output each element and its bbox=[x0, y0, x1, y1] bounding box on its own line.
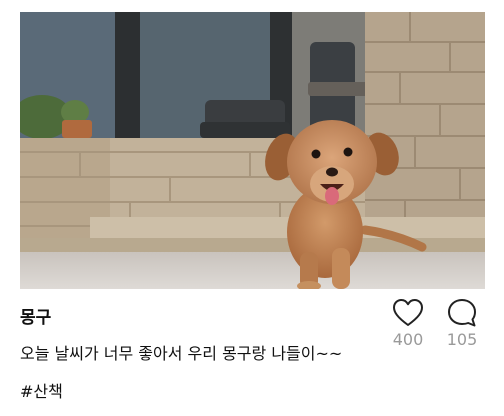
post-hashtag[interactable]: #산책 bbox=[20, 380, 63, 404]
speech-bubble-icon[interactable] bbox=[445, 296, 479, 330]
comment-action: 105 bbox=[440, 296, 484, 350]
post-photo[interactable] bbox=[20, 12, 485, 289]
like-count: 400 bbox=[392, 330, 424, 349]
like-action: 400 bbox=[386, 296, 430, 350]
post-caption: 오늘 날씨가 너무 좋아서 우리 몽구랑 나들이~~ bbox=[20, 344, 343, 363]
comment-count: 105 bbox=[446, 330, 478, 349]
post-username[interactable]: 몽구 bbox=[20, 306, 51, 330]
puppy-photo-illustration bbox=[20, 12, 485, 289]
heart-icon[interactable] bbox=[391, 296, 425, 330]
post-card: 몽구 400 105 오늘 날씨가 너무 좋아서 우리 몽구랑 나들이~~ #산… bbox=[0, 0, 504, 416]
